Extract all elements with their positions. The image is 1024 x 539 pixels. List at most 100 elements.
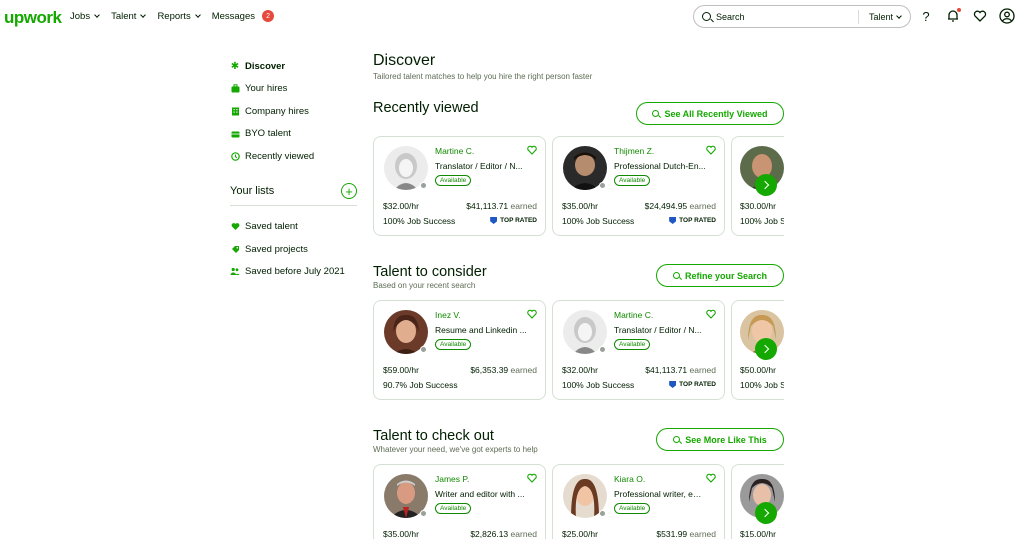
sidebar-item-saved-projects[interactable]: Saved projects	[230, 238, 357, 261]
your-lists-header: Your lists +	[230, 182, 357, 206]
status-dot	[599, 346, 606, 353]
refine-search-button[interactable]: Refine your Search	[656, 264, 784, 287]
help-icon[interactable]: ?	[918, 8, 934, 24]
talent-name[interactable]: Kiara O.	[614, 474, 645, 484]
sidebar: ✱ Discover Your hires Company hires BYO …	[230, 55, 357, 283]
sidebar-item-saved-before-july-2021[interactable]: Saved before July 2021	[230, 261, 357, 284]
hourly-rate: $30.00/hr	[740, 201, 776, 211]
earned-amount: $2,826.13	[470, 529, 509, 539]
nav-jobs[interactable]: Jobs	[70, 10, 100, 22]
hourly-rate: $50.00/hr	[740, 365, 776, 375]
availability-badge: Available	[435, 503, 472, 514]
talent-name[interactable]: Martine C.	[614, 310, 653, 320]
search-scope-dropdown[interactable]: Talent	[869, 12, 902, 22]
talent-card[interactable]: Martine C. Translator / Editor / N... Av…	[373, 136, 546, 236]
hourly-rate: $35.00/hr	[562, 201, 598, 211]
top-rated-icon	[490, 217, 498, 224]
sidebar-item-your-hires[interactable]: Your hires	[230, 78, 357, 101]
svg-text:?: ?	[922, 9, 929, 23]
talent-card[interactable]: James P. Writer and editor with ... Avai…	[373, 464, 546, 539]
nav-jobs-label: Jobs	[70, 10, 91, 22]
save-heart-icon[interactable]	[527, 309, 537, 319]
job-success: 100% Job Success	[562, 216, 635, 226]
talent-card-partial[interactable]: $50.00/hr 100% Job S	[731, 300, 784, 400]
talent-card[interactable]: Kiara O. Professional writer, edi... Ava…	[552, 464, 725, 539]
talent-card[interactable]: Inez V. Resume and Linkedin ... Availabl…	[373, 300, 546, 400]
card-row: James P. Writer and editor with ... Avai…	[373, 464, 784, 539]
carousel-next-button[interactable]	[755, 502, 777, 524]
search-input[interactable]	[716, 10, 846, 24]
job-success: 90.7% Job Success	[383, 380, 458, 390]
sidebar-item-company-hires[interactable]: Company hires	[230, 100, 357, 123]
carousel-next-button[interactable]	[755, 338, 777, 360]
sidebar-item-discover[interactable]: ✱ Discover	[230, 55, 357, 78]
total-earned: $2,826.13 earned	[470, 529, 537, 539]
talent-card[interactable]: Martine C. Translator / Editor / N... Av…	[552, 300, 725, 400]
tag-icon	[230, 244, 240, 254]
talent-name[interactable]: James P.	[435, 474, 469, 484]
total-earned: $41,113.71 earned	[466, 201, 537, 211]
nav-talent[interactable]: Talent	[111, 10, 147, 22]
people-icon	[230, 267, 240, 277]
sidebar-item-label: Saved before July 2021	[245, 266, 345, 278]
sidebar-item-recently-viewed[interactable]: Recently viewed	[230, 145, 357, 168]
chevron-down-icon	[896, 13, 902, 19]
talent-title: Translator / Editor / N...	[614, 325, 702, 335]
save-heart-icon[interactable]	[527, 145, 537, 155]
availability-badge: Available	[614, 339, 651, 350]
save-heart-icon[interactable]	[706, 145, 716, 155]
earned-amount: $6,353.39	[470, 365, 509, 375]
talent-title: Resume and Linkedin ...	[435, 325, 527, 335]
section-talent-to-check-out: Talent to check out Whatever your need, …	[373, 428, 784, 539]
talent-title: Translator / Editor / N...	[435, 161, 523, 171]
job-success: 100% Job S	[740, 380, 784, 390]
talent-card[interactable]: Thijmen Z. Professional Dutch-En... Avai…	[552, 136, 725, 236]
total-earned: $24,494.95 earned	[645, 201, 716, 211]
earned-label: earned	[689, 529, 716, 539]
job-success: 100% Job Success	[562, 380, 635, 390]
talent-title: Professional Dutch-En...	[614, 161, 706, 171]
talent-name[interactable]: Thijmen Z.	[614, 146, 654, 156]
heart-icon[interactable]	[972, 8, 988, 24]
card-row: Inez V. Resume and Linkedin ... Availabl…	[373, 300, 784, 400]
talent-title: Professional writer, edi...	[614, 489, 706, 499]
asterisk-icon: ✱	[230, 60, 240, 72]
add-list-button[interactable]: +	[341, 183, 357, 199]
earned-label: earned	[689, 365, 716, 375]
save-heart-icon[interactable]	[527, 473, 537, 483]
notification-bell-icon[interactable]	[945, 8, 961, 24]
total-earned: $531.99 earned	[656, 529, 716, 539]
sidebar-item-saved-talent[interactable]: Saved talent	[230, 216, 357, 239]
talent-card-partial[interactable]: $30.00/hr 100% Job S	[731, 136, 784, 236]
top-rated-badge: TOP RATED	[490, 217, 537, 224]
status-dot	[420, 182, 427, 189]
availability-badge: Available	[435, 339, 472, 350]
earned-amount: $531.99	[656, 529, 688, 539]
talent-name[interactable]: Inez V.	[435, 310, 461, 320]
user-avatar-icon[interactable]	[999, 8, 1015, 24]
top-rated-label: TOP RATED	[679, 217, 716, 224]
upwork-logo[interactable]: upwork	[4, 8, 62, 28]
talent-card-partial[interactable]: $15.00/hr	[731, 464, 784, 539]
job-success: 100% Job Success	[383, 216, 456, 226]
sidebar-item-byo-talent[interactable]: BYO talent	[230, 123, 357, 146]
search-scope-label: Talent	[869, 12, 894, 22]
top-rated-label: TOP RATED	[500, 217, 537, 224]
sidebar-item-label: BYO talent	[245, 128, 291, 140]
chevron-down-icon	[94, 12, 100, 18]
see-more-like-this-button[interactable]: See More Like This	[656, 428, 784, 451]
briefcase-icon	[230, 84, 240, 94]
button-label: Refine your Search	[684, 270, 768, 281]
nav-reports[interactable]: Reports	[157, 10, 201, 22]
talent-name[interactable]: Martine C.	[435, 146, 474, 156]
see-all-recently-viewed-button[interactable]: See All Recently Viewed	[636, 102, 784, 125]
save-heart-icon[interactable]	[706, 309, 716, 319]
nav-messages[interactable]: Messages 2	[212, 10, 275, 22]
earned-amount: $24,494.95	[644, 201, 688, 211]
carousel-next-button[interactable]	[755, 174, 777, 196]
availability-badge: Available	[614, 503, 651, 514]
messages-count-badge: 2	[262, 10, 275, 22]
sidebar-item-label: Discover	[245, 60, 286, 72]
save-heart-icon[interactable]	[706, 473, 716, 483]
header-icons: ?	[918, 8, 1015, 24]
